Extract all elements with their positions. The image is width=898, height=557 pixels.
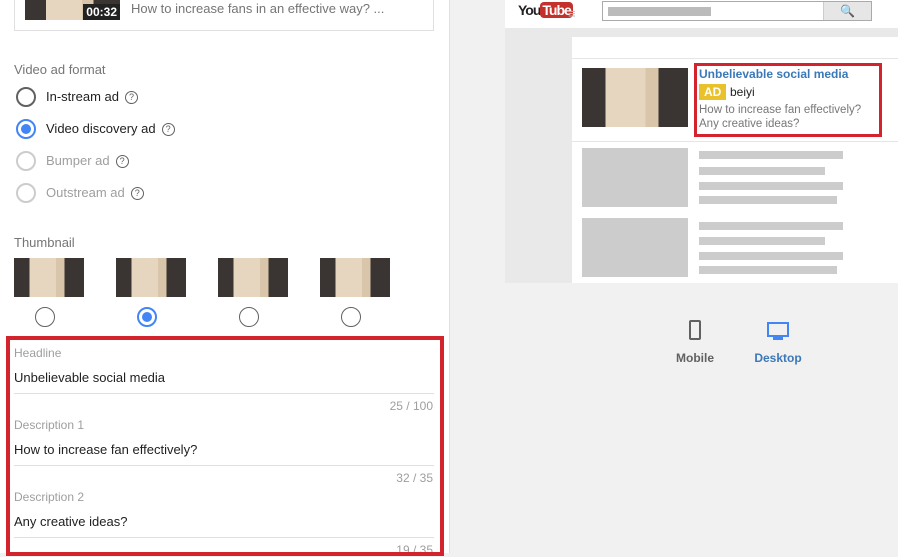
video-duration: 00:32	[83, 4, 120, 20]
ad-description2: Any creative ideas?	[699, 118, 800, 130]
desktop-icon	[767, 322, 789, 337]
thumbnail-label: Thumbnail	[14, 235, 75, 250]
youtube-logo: You Tube	[518, 2, 573, 18]
thumbnail-option[interactable]	[116, 258, 186, 297]
video-description: How to increase fans in an effective way…	[131, 1, 385, 16]
ad-editor-panel: 00:32 How to increase fans in an effecti…	[0, 0, 450, 557]
thumbnail-radio[interactable]	[35, 307, 55, 327]
thumbnail-radio[interactable]	[341, 307, 361, 327]
radio[interactable]	[16, 151, 36, 171]
video-thumbnail: 00:32	[25, 0, 120, 20]
device-desktop[interactable]: Desktop	[750, 320, 806, 365]
radio[interactable]	[16, 183, 36, 203]
radio[interactable]	[16, 87, 36, 107]
menu-icon[interactable]: ≡	[568, 6, 576, 21]
option-label: Bumper ad	[46, 153, 110, 168]
option-label: Outstream ad	[46, 185, 125, 200]
option-label: In-stream ad	[46, 89, 119, 104]
search-icon[interactable]: 🔍	[823, 2, 871, 20]
device-mobile[interactable]: Mobile	[672, 320, 718, 365]
placeholder-thumbnail	[582, 148, 688, 207]
search-input[interactable]: 🔍	[602, 1, 872, 21]
desktop-label: Desktop	[754, 351, 802, 365]
help-icon[interactable]: ?	[161, 123, 175, 137]
help-icon[interactable]: ?	[130, 187, 144, 201]
video-card[interactable]: 00:32 How to increase fans in an effecti…	[14, 0, 434, 31]
youtube-preview: You Tube ≡ 🔍 Unbelievable social media AD…	[505, 0, 898, 283]
placeholder-thumbnail	[582, 218, 688, 277]
radio[interactable]	[16, 119, 36, 139]
highlight-box	[6, 336, 444, 556]
video-ad-format-label: Video ad format	[14, 62, 106, 77]
thumbnail-radio[interactable]	[239, 307, 259, 327]
help-icon[interactable]: ?	[124, 91, 138, 105]
feed: Unbelievable social media AD beiyi How t…	[572, 37, 898, 283]
mobile-label: Mobile	[676, 351, 714, 365]
ad-description1: How to increase fan effectively?	[699, 104, 862, 116]
ad-channel: beiyi	[730, 85, 755, 99]
thumbnail-option[interactable]	[320, 258, 390, 297]
option-label: Video discovery ad	[46, 121, 156, 136]
thumbnail-option[interactable]	[218, 258, 288, 297]
mobile-icon	[689, 320, 701, 340]
yt-header: You Tube ≡ 🔍	[505, 0, 898, 28]
ad-title[interactable]: Unbelievable social media	[699, 67, 848, 81]
help-icon[interactable]: ?	[115, 155, 129, 169]
ad-badge: AD	[699, 84, 727, 100]
thumbnail-radio[interactable]	[137, 307, 157, 327]
thumbnail-option[interactable]	[14, 258, 84, 297]
ad-thumbnail[interactable]	[582, 68, 688, 127]
